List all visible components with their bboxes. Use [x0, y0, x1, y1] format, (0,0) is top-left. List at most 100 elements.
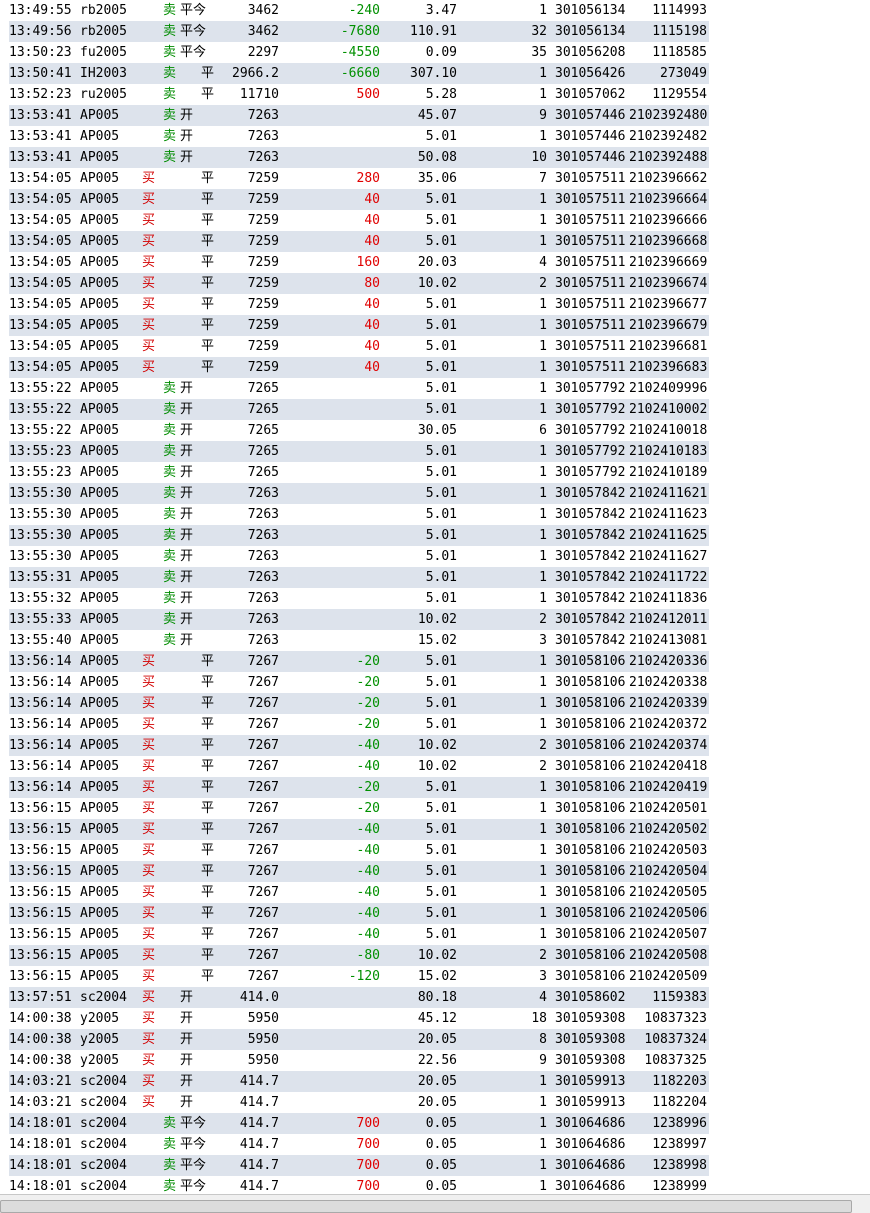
table-row[interactable]: 13:54:05 AP005 买 平 7259 160 20.03 4 301057511 210… — [9, 252, 709, 273]
table-row[interactable]: 13:53:41 AP005 卖开 7263 50.08 10 301057446 21023… — [9, 147, 709, 168]
table-row[interactable]: 14:03:21 sc2004 买 开 414.7 20.05 1 301059913 1182… — [9, 1071, 709, 1092]
table-row[interactable]: 13:55:22 AP005 卖开 7265 5.01 1 301057792 2102410… — [9, 399, 709, 420]
commission-fee: 10.02 — [417, 738, 457, 753]
trade-price: 7259 — [247, 339, 279, 354]
table-row[interactable]: 13:55:40 AP005 卖开 7263 15.02 3 301057842 210241… — [9, 630, 709, 651]
trade-price: 7267 — [247, 675, 279, 690]
table-row[interactable]: 13:55:30 AP005 卖开 7263 5.01 1 301057842 2102411… — [9, 546, 709, 567]
close-profit-loss: -40 — [356, 906, 380, 921]
open-close-flag: 平 — [200, 675, 214, 690]
trade-quantity: 3 — [539, 633, 547, 648]
table-row[interactable]: 13:50:23 fu2005 卖平今 2297 -4550 0.09 35 30105620… — [9, 42, 709, 63]
table-row[interactable]: 13:54:05 AP005 买 平 7259 40 5.01 1 301057511 21023… — [9, 231, 709, 252]
commission-fee: 80.18 — [417, 990, 457, 1005]
trade-time: 13:54:05 — [9, 318, 72, 333]
trade-quantity: 2 — [539, 612, 547, 627]
trade-id: 2102420372 — [629, 717, 708, 732]
table-row[interactable]: 13:56:14 AP005 买 平 7267 -20 5.01 1 301058106 2102… — [9, 714, 709, 735]
trade-time: 13:55:31 — [9, 570, 72, 585]
trade-id: 2102396674 — [629, 276, 708, 291]
table-row[interactable]: 13:55:30 AP005 卖开 7263 5.01 1 301057842 2102411… — [9, 504, 709, 525]
order-id: 301056134 — [555, 24, 626, 39]
table-row[interactable]: 13:57:51 sc2004 买 开 414.0 80.18 4 301058602 1159… — [9, 987, 709, 1008]
table-row[interactable]: 13:54:05 AP005 买 平 7259 280 35.06 7 301057511 210… — [9, 168, 709, 189]
table-row[interactable]: 14:18:01 sc2004 卖平今 414.7 700 0.05 1 301064686 1… — [9, 1134, 709, 1155]
table-row[interactable]: 13:56:15 AP005 买 平 7267 -80 10.02 2 301058106 210… — [9, 945, 709, 966]
table-row[interactable]: 13:54:05 AP005 买 平 7259 40 5.01 1 301057511 21023… — [9, 294, 709, 315]
table-row[interactable]: 13:55:23 AP005 卖开 7265 5.01 1 301057792 2102410… — [9, 441, 709, 462]
table-row[interactable]: 13:55:33 AP005 卖开 7263 10.02 2 301057842 210241… — [9, 609, 709, 630]
table-row[interactable]: 14:00:38 y2005 买 开 5950 20.05 8 301059308 108373… — [9, 1029, 709, 1050]
table-row[interactable]: 13:55:32 AP005 卖开 7263 5.01 1 301057842 2102411… — [9, 588, 709, 609]
table-row[interactable]: 13:56:14 AP005 买 平 7267 -20 5.01 1 301058106 2102… — [9, 777, 709, 798]
scrollbar-thumb[interactable] — [0, 1200, 852, 1213]
order-id: 301058106 — [555, 864, 626, 879]
table-row[interactable]: 13:50:41 IH2003 卖 平 2966.2 -6660 307.10 1 301056… — [9, 63, 709, 84]
table-row[interactable]: 13:56:15 AP005 买 平 7267 -40 5.01 1 301058106 2102… — [9, 840, 709, 861]
table-row[interactable]: 13:55:30 AP005 卖开 7263 5.01 1 301057842 2102411… — [9, 483, 709, 504]
table-row[interactable]: 13:56:15 AP005 买 平 7267 -40 5.01 1 301058106 2102… — [9, 861, 709, 882]
contract-symbol: AP005 — [80, 528, 120, 543]
table-row[interactable]: 13:54:05 AP005 买 平 7259 80 10.02 2 301057511 2102… — [9, 273, 709, 294]
trade-time: 13:55:30 — [9, 507, 72, 522]
table-row[interactable]: 14:00:38 y2005 买 开 5950 22.56 9 301059308 108373… — [9, 1050, 709, 1071]
table-row[interactable]: 13:54:05 AP005 买 平 7259 40 5.01 1 301057511 21023… — [9, 189, 709, 210]
order-id: 301057511 — [555, 171, 626, 186]
table-row[interactable]: 13:56:15 AP005 买 平 7267 -120 15.02 3 301058106 21… — [9, 966, 709, 987]
table-row[interactable]: 14:00:38 y2005 买 开 5950 45.12 18 301059308 10837… — [9, 1008, 709, 1029]
trade-quantity: 1 — [539, 675, 547, 690]
table-row[interactable]: 13:56:14 AP005 买 平 7267 -20 5.01 1 301058106 2102… — [9, 651, 709, 672]
table-row[interactable]: 13:53:41 AP005 卖开 7263 45.07 9 301057446 210239… — [9, 105, 709, 126]
table-row[interactable]: 13:56:14 AP005 买 平 7267 -20 5.01 1 301058106 2102… — [9, 672, 709, 693]
table-row[interactable]: 13:56:14 AP005 买 平 7267 -40 10.02 2 301058106 210… — [9, 756, 709, 777]
table-row[interactable]: 13:56:15 AP005 买 平 7267 -40 5.01 1 301058106 2102… — [9, 882, 709, 903]
trade-price: 7259 — [247, 192, 279, 207]
order-id: 301057842 — [555, 570, 626, 585]
open-close-flag: 开 — [180, 423, 194, 438]
trade-direction: 买 — [142, 1011, 156, 1026]
trade-time: 13:56:15 — [9, 822, 72, 837]
table-row[interactable]: 13:56:15 AP005 买 平 7267 -40 5.01 1 301058106 2102… — [9, 819, 709, 840]
trade-quantity: 4 — [539, 255, 547, 270]
order-id: 301057511 — [555, 255, 626, 270]
table-row[interactable]: 13:54:05 AP005 买 平 7259 40 5.01 1 301057511 21023… — [9, 315, 709, 336]
table-row[interactable]: 14:18:01 sc2004 卖平今 414.7 700 0.05 1 301064686 1… — [9, 1155, 709, 1176]
trade-time: 13:56:14 — [9, 717, 72, 732]
table-row[interactable]: 13:55:31 AP005 卖开 7263 5.01 1 301057842 2102411… — [9, 567, 709, 588]
contract-symbol: AP005 — [80, 654, 120, 669]
table-row[interactable]: 13:52:23 ru2005 卖 平 11710 500 5.28 1 301057062 11… — [9, 84, 709, 105]
contract-symbol: AP005 — [80, 696, 120, 711]
table-row[interactable]: 13:56:14 AP005 买 平 7267 -40 10.02 2 301058106 210… — [9, 735, 709, 756]
table-row[interactable]: 13:55:30 AP005 卖开 7263 5.01 1 301057842 2102411… — [9, 525, 709, 546]
table-row[interactable]: 13:55:22 AP005 卖开 7265 30.05 6 301057792 210241… — [9, 420, 709, 441]
table-row[interactable]: 13:55:22 AP005 卖开 7265 5.01 1 301057792 2102409… — [9, 378, 709, 399]
table-row[interactable]: 13:54:05 AP005 买 平 7259 40 5.01 1 301057511 21023… — [9, 336, 709, 357]
order-id: 301058106 — [555, 927, 626, 942]
horizontal-scrollbar[interactable] — [0, 1194, 870, 1213]
open-close-flag: 平 — [200, 780, 214, 795]
trade-direction: 卖 — [162, 633, 176, 648]
table-row[interactable]: 13:56:15 AP005 买 平 7267 -20 5.01 1 301058106 2102… — [9, 798, 709, 819]
commission-fee: 5.01 — [425, 213, 457, 228]
table-row[interactable]: 13:49:55 rb2005 卖平今 3462 -240 3.47 1 301056134 1… — [9, 0, 709, 21]
trade-time: 13:56:15 — [9, 864, 72, 879]
close-profit-loss: -240 — [348, 3, 380, 18]
table-row[interactable]: 13:56:15 AP005 买 平 7267 -40 5.01 1 301058106 2102… — [9, 903, 709, 924]
trade-price: 7267 — [247, 843, 279, 858]
table-row[interactable]: 14:03:21 sc2004 买 开 414.7 20.05 1 301059913 1182… — [9, 1092, 709, 1113]
table-row[interactable]: 13:56:15 AP005 买 平 7267 -40 5.01 1 301058106 2102… — [9, 924, 709, 945]
table-row[interactable]: 13:49:56 rb2005 卖平今 3462 -7680 110.91 32 301056… — [9, 21, 709, 42]
table-row[interactable]: 13:55:23 AP005 卖开 7265 5.01 1 301057792 2102410… — [9, 462, 709, 483]
trade-price: 7263 — [247, 129, 279, 144]
table-row[interactable]: 13:54:05 AP005 买 平 7259 40 5.01 1 301057511 21023… — [9, 357, 709, 378]
table-row[interactable]: 13:56:14 AP005 买 平 7267 -20 5.01 1 301058106 2102… — [9, 693, 709, 714]
table-row[interactable]: 13:53:41 AP005 卖开 7263 5.01 1 301057446 2102392… — [9, 126, 709, 147]
commission-fee: 15.02 — [417, 969, 457, 984]
trade-direction: 卖 — [162, 507, 176, 522]
trade-time: 13:56:14 — [9, 696, 72, 711]
table-row[interactable]: 14:18:01 sc2004 卖平今 414.7 700 0.05 1 301064686 1… — [9, 1113, 709, 1134]
table-row[interactable]: 13:54:05 AP005 买 平 7259 40 5.01 1 301057511 21023… — [9, 210, 709, 231]
trade-time: 13:55:23 — [9, 444, 72, 459]
order-id: 301057792 — [555, 423, 626, 438]
trade-time: 13:55:33 — [9, 612, 72, 627]
